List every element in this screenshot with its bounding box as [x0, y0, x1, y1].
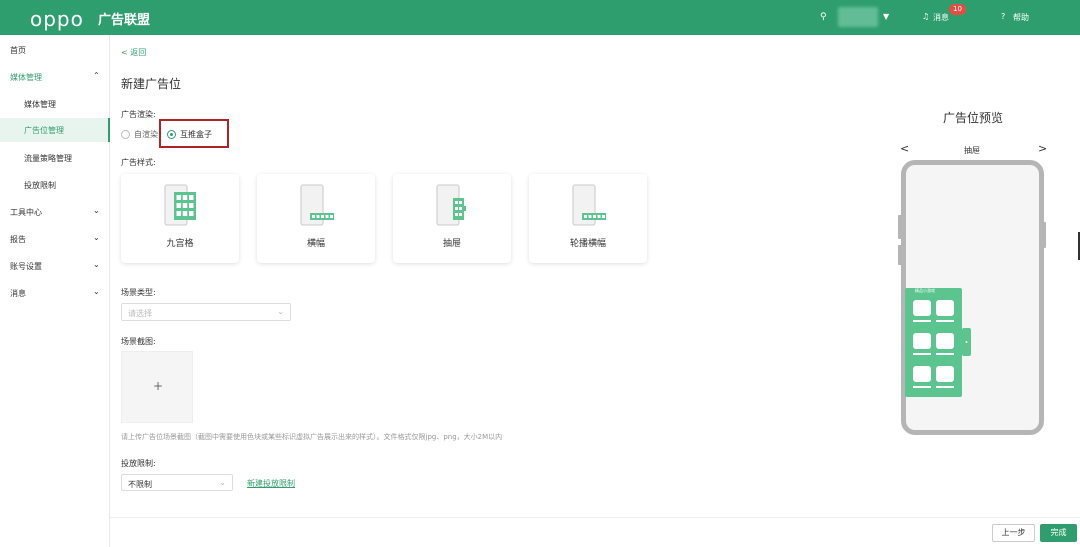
sidebar-item-reports[interactable]: 报告 ⌄ [0, 227, 110, 251]
sidebar-item-label: 广告位管理 [24, 126, 64, 135]
scene-type-label: 场景类型: [121, 288, 156, 297]
chevron-down-icon: ⌄ [93, 206, 100, 215]
back-link[interactable]: < 返回 [121, 47, 146, 58]
sidebar-item-home[interactable]: 首页 [0, 38, 110, 62]
preview-type-label: 抽屉 [964, 146, 980, 155]
render-option-self[interactable]: 自渲染 [121, 129, 158, 140]
style-card-label: 九宫格 [166, 239, 194, 249]
preview-prev-button[interactable]: < [900, 142, 909, 155]
style-card-drawer[interactable]: 抽屉 [393, 174, 511, 263]
chevron-up-icon: ⌃ [93, 71, 100, 80]
sidebar-item-label: 首页 [10, 46, 26, 55]
sidebar-item-label: 工具中心 [10, 208, 42, 217]
limit-label: 投放限制: [121, 459, 156, 468]
style-card-label: 轮播横幅 [569, 239, 606, 249]
banner-style-icon [300, 184, 334, 226]
done-button[interactable]: 完成 [1040, 524, 1077, 542]
chevron-down-icon: ⌄ [93, 287, 100, 296]
chevron-down-icon: ⌄ [277, 307, 284, 316]
sidebar-item-tools[interactable]: 工具中心 ⌄ [0, 200, 110, 224]
sidebar-item-label: 消息 [10, 289, 26, 298]
sidebar-item-label: 报告 [10, 235, 26, 244]
help-icon[interactable]: ? [1001, 12, 1005, 21]
drawer-header-label: 精品小游戏 [915, 288, 935, 293]
style-card-grid[interactable]: 九宫格 [121, 174, 239, 263]
sidebar-item-label: 媒体管理 [10, 73, 42, 82]
footer-divider [110, 517, 1080, 518]
user-icon: ⚲ [820, 12, 827, 22]
radio-icon [121, 130, 130, 139]
preview-title: 广告位预览 [943, 111, 1004, 125]
style-card-banner[interactable]: 横幅 [257, 174, 375, 263]
chevron-down-icon: ⌄ [93, 233, 100, 242]
drawer-style-icon [436, 184, 466, 226]
style-card-carousel-banner[interactable]: 轮播横幅 [529, 174, 647, 263]
oppo-logo[interactable]: oppo [30, 7, 84, 31]
bell-icon[interactable]: ♫ [922, 12, 929, 21]
plus-icon: + [152, 379, 164, 393]
help-link[interactable]: 帮助 [1013, 12, 1029, 23]
upload-hint: 请上传广告位场景截图（截图中需要使用色块或某些标识虚拟广告展示出来的样式）。文件… [121, 433, 503, 441]
sidebar-item-adslot-management[interactable]: 广告位管理 [0, 118, 110, 142]
sidebar-item-label: 投放限制 [24, 181, 56, 190]
sidebar-item-delivery-limit[interactable]: 投放限制 [0, 173, 110, 197]
delivery-limit-select[interactable]: 不限制 ⌄ [121, 474, 233, 491]
sidebar-item-label: 账号设置 [10, 262, 42, 271]
style-label: 广告样式: [121, 158, 156, 167]
carousel-banner-style-icon [572, 184, 606, 226]
drawer-preview-illustration [905, 288, 971, 397]
brand-title: 广告联盟 [98, 13, 151, 28]
sidebar-item-traffic-strategy[interactable]: 流量策略管理 [0, 146, 110, 170]
user-dropdown-icon[interactable]: ▼ [883, 12, 889, 21]
sidebar-item-label: 媒体管理 [24, 100, 56, 109]
sidebar-item-account-settings[interactable]: 账号设置 ⌄ [0, 254, 110, 278]
select-placeholder: 请选择 [128, 309, 152, 318]
scene-type-select[interactable]: 请选择 ⌄ [121, 303, 291, 321]
preview-next-button[interactable]: > [1038, 142, 1047, 155]
style-card-label: 横幅 [306, 239, 325, 249]
chevron-down-icon: ⌄ [219, 478, 226, 487]
sidebar-item-messages[interactable]: 消息 ⌄ [0, 281, 110, 305]
sidebar-item-media-management[interactable]: 媒体管理 [0, 92, 110, 116]
select-value: 不限制 [128, 480, 152, 489]
style-card-label: 抽屉 [442, 239, 461, 249]
radio-label: 自渲染 [134, 130, 158, 139]
user-name-blurred[interactable] [838, 7, 878, 27]
prev-step-button[interactable]: 上一步 [992, 524, 1035, 542]
highlight-box [159, 119, 229, 148]
new-limit-link[interactable]: 新建投放限制 [247, 478, 295, 489]
sidebar-item-media[interactable]: 媒体管理 ⌃ [0, 65, 110, 89]
top-bar: oppo 广告联盟 ⚲ ▼ ♫ 消息 10 ? 帮助 [0, 0, 1080, 35]
sidebar-item-label: 流量策略管理 [24, 154, 72, 163]
screenshot-upload[interactable]: + [121, 351, 193, 423]
sidebar: 首页 媒体管理 ⌃ 媒体管理 广告位管理 流量策略管理 投放限制 工具中心 ⌄ … [0, 35, 110, 547]
chevron-down-icon: ⌄ [93, 260, 100, 269]
render-label: 广告渲染: [121, 110, 156, 119]
messages-count-badge: 10 [949, 4, 966, 15]
page-title: 新建广告位 [121, 77, 182, 91]
screenshot-label: 场景截图: [121, 337, 156, 346]
grid-style-icon [164, 184, 196, 226]
messages-link[interactable]: 消息 [933, 12, 949, 23]
